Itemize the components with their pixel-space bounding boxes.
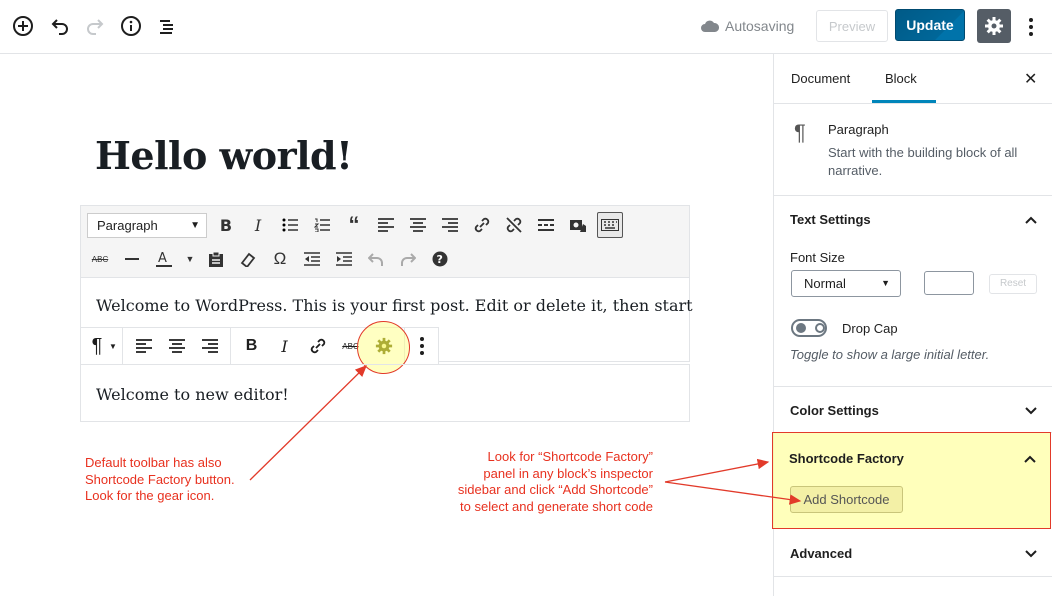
active-tab-indicator bbox=[872, 100, 936, 103]
add-shortcode-button[interactable]: Add Shortcode bbox=[790, 486, 903, 513]
read-more-icon[interactable] bbox=[533, 212, 559, 238]
link-icon[interactable] bbox=[469, 212, 495, 238]
annotation-line: sidebar and click “Add Shortcode” bbox=[457, 482, 653, 497]
caret-down-icon: ▼ bbox=[190, 220, 200, 231]
settings-button[interactable] bbox=[977, 9, 1011, 43]
caret-down-icon[interactable]: ▼ bbox=[177, 246, 203, 272]
font-size-value: Normal bbox=[804, 276, 846, 291]
undo-icon[interactable] bbox=[363, 246, 389, 272]
indent-icon[interactable] bbox=[331, 246, 357, 272]
preview-button[interactable]: Preview bbox=[816, 10, 888, 42]
shortcode-factory-title[interactable]: Shortcode Factory bbox=[789, 451, 904, 466]
align-right-icon[interactable] bbox=[193, 328, 226, 364]
annotation-line: to select and generate short code bbox=[460, 498, 653, 514]
format-select[interactable]: Paragraph ▼ bbox=[87, 213, 207, 238]
paragraph-icon: ¶ bbox=[794, 120, 806, 145]
caret-down-icon: ▼ bbox=[881, 278, 890, 288]
shortcode-factory-panel: Shortcode Factory Add Shortcode bbox=[772, 432, 1051, 529]
font-size-label: Font Size bbox=[790, 250, 845, 265]
annotation-line: Look for the gear icon. bbox=[85, 488, 215, 503]
italic-icon[interactable]: I bbox=[268, 328, 301, 364]
numbered-list-icon[interactable] bbox=[309, 212, 335, 238]
format-select-value: Paragraph bbox=[97, 218, 158, 233]
text-settings-title[interactable]: Text Settings bbox=[790, 212, 871, 227]
outdent-icon[interactable] bbox=[299, 246, 325, 272]
info-icon[interactable] bbox=[119, 11, 143, 41]
link-icon[interactable] bbox=[301, 328, 334, 364]
paste-text-icon[interactable] bbox=[203, 246, 229, 272]
more-vertical-icon bbox=[1029, 18, 1033, 36]
chevron-down-icon[interactable] bbox=[1024, 547, 1038, 561]
blockquote-icon[interactable]: “ bbox=[341, 212, 367, 238]
svg-text:A: A bbox=[158, 251, 167, 266]
block-card-title: Paragraph bbox=[828, 122, 889, 137]
chevron-up-icon[interactable] bbox=[1024, 213, 1038, 227]
drop-cap-toggle[interactable] bbox=[791, 319, 827, 337]
undo-icon[interactable] bbox=[48, 11, 72, 41]
close-icon[interactable]: ✕ bbox=[1024, 69, 1037, 89]
toolbar-toggle-icon[interactable] bbox=[597, 212, 623, 238]
redo-icon[interactable] bbox=[83, 11, 107, 41]
add-block-icon[interactable] bbox=[11, 11, 35, 41]
chevron-down-icon[interactable] bbox=[1024, 404, 1038, 418]
more-menu-button[interactable] bbox=[1022, 12, 1040, 42]
align-left-icon[interactable] bbox=[373, 212, 399, 238]
paragraph-content[interactable]: Welcome to new editor! bbox=[96, 385, 289, 404]
paragraph-icon: ¶ bbox=[91, 334, 103, 357]
tab-block[interactable]: Block bbox=[885, 71, 917, 86]
italic-icon[interactable]: I bbox=[245, 212, 271, 238]
font-size-select[interactable]: Normal ▼ bbox=[791, 270, 901, 297]
text-color-icon[interactable]: A bbox=[151, 246, 177, 272]
advanced-title[interactable]: Advanced bbox=[790, 546, 852, 561]
toggle-off-indicator bbox=[815, 323, 825, 333]
special-character-icon[interactable]: Ω bbox=[267, 246, 293, 272]
annotation-right: Look for “Shortcode Factory” panel in an… bbox=[438, 449, 653, 515]
caret-down-icon: ▼ bbox=[109, 341, 117, 351]
svg-text:?: ? bbox=[437, 253, 443, 266]
tab-document[interactable]: Document bbox=[791, 71, 850, 86]
align-center-icon[interactable] bbox=[405, 212, 431, 238]
editor-header: Autosaving Preview Update bbox=[0, 0, 1052, 54]
annotation-line: Shortcode Factory button. bbox=[85, 471, 235, 487]
custom-font-size-input[interactable] bbox=[924, 271, 974, 295]
color-settings-title[interactable]: Color Settings bbox=[790, 403, 879, 418]
unlink-icon[interactable] bbox=[501, 212, 527, 238]
help-icon[interactable]: ? bbox=[427, 246, 453, 272]
drop-cap-label: Drop Cap bbox=[842, 321, 898, 336]
add-media-icon[interactable] bbox=[565, 212, 591, 238]
post-title[interactable]: Hello world! bbox=[95, 133, 353, 178]
autosave-status: Autosaving bbox=[701, 18, 794, 34]
arrow-to-panel bbox=[664, 458, 770, 483]
align-right-icon[interactable] bbox=[437, 212, 463, 238]
bullet-list-icon[interactable] bbox=[277, 212, 303, 238]
bold-icon[interactable]: B bbox=[213, 212, 239, 238]
autosave-label: Autosaving bbox=[725, 18, 795, 34]
gear-icon bbox=[985, 17, 1003, 35]
classic-toolbar: Paragraph ▼ B I “ ABC A ▼ Ω ? bbox=[81, 206, 689, 278]
annotation-line: Look for “Shortcode Factory” bbox=[487, 449, 653, 464]
paragraph-block[interactable]: Welcome to new editor! bbox=[80, 364, 690, 422]
block-switcher[interactable]: ¶ ▼ bbox=[81, 328, 123, 364]
reset-button[interactable]: Reset bbox=[989, 274, 1037, 294]
redo-icon[interactable] bbox=[395, 246, 421, 272]
update-button[interactable]: Update bbox=[895, 9, 965, 41]
sidebar-tabs: Document Block ✕ bbox=[774, 54, 1052, 104]
classic-content[interactable]: Welcome to WordPress. This is your first… bbox=[96, 296, 693, 315]
horizontal-line-icon[interactable] bbox=[119, 246, 145, 272]
align-left-icon[interactable] bbox=[127, 328, 160, 364]
outline-icon[interactable] bbox=[155, 11, 179, 41]
clear-formatting-icon[interactable] bbox=[235, 246, 261, 272]
bold-icon[interactable]: B bbox=[235, 328, 268, 364]
cloud-icon bbox=[701, 20, 719, 32]
align-center-icon[interactable] bbox=[160, 328, 193, 364]
drop-cap-help: Toggle to show a large initial letter. bbox=[790, 347, 990, 362]
annotation-line: Default toolbar has also bbox=[85, 455, 222, 470]
strikethrough-icon[interactable]: ABC bbox=[87, 246, 113, 272]
annotation-line: panel in any block’s inspector bbox=[483, 465, 653, 481]
chevron-up-icon[interactable] bbox=[1023, 452, 1037, 466]
block-card-description: Start with the building block of all nar… bbox=[828, 145, 1018, 178]
annotation-left: Default toolbar has also Shortcode Facto… bbox=[85, 455, 235, 505]
toggle-knob bbox=[796, 323, 806, 333]
